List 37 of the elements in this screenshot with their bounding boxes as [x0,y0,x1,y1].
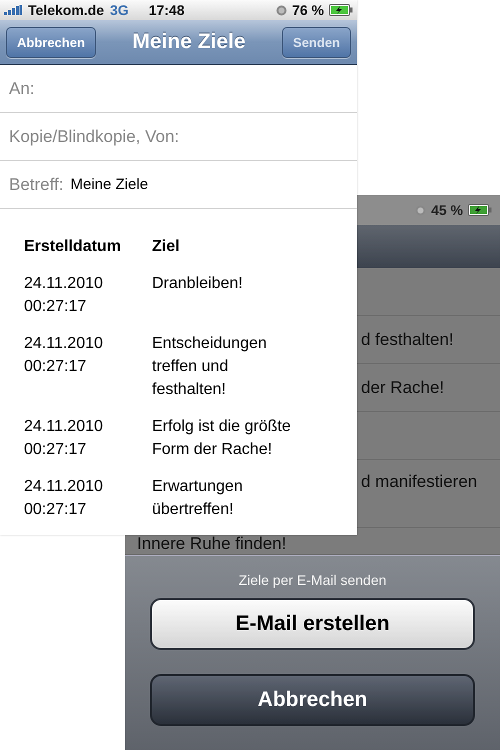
field-value: Meine Ziele [70,176,148,193]
goal-cell-text: Dranbleiben! [152,274,244,294]
create-email-button[interactable]: E-Mail erstellen [150,598,475,650]
screen-title: Meine Ziele [131,30,247,54]
sheet-title: Ziele per E-Mail senden [238,572,386,588]
column-header: Ziel [152,237,181,257]
cancel-button[interactable]: Abbrechen [6,26,96,58]
alarm-icon [415,204,426,216]
date-cell-text: 24.11.2010 00:27:17 [24,334,104,377]
carrier-name: Telekom.de [28,2,104,18]
network-type: 3G [110,2,129,18]
list-item-text: d festhalten! [361,330,454,350]
battery-icon [468,204,492,216]
date-cell-text: 24.11.2010 00:27:17 [24,477,104,520]
goal-cell-text: Entscheidungen treffen und festhalten! [152,334,268,400]
field-label: An: [9,78,35,98]
signal-icon [4,5,22,16]
battery-percent: 76 % [292,2,324,18]
battery-percent: 45 % [431,202,463,218]
date-cell-text: 24.11.2010 00:27:17 [24,274,104,317]
address-field[interactable]: Kopie/Blindkopie, Von: [0,113,357,161]
list-item-text: Innere Ruhe finden! [137,534,286,554]
alarm-icon [276,4,288,16]
clock-time: 17:48 [148,2,184,18]
field-label: Betreff: [9,174,64,194]
battery-icon [329,4,353,16]
column-header: Erstelldatum [24,237,122,257]
subject-field[interactable]: Betreff: Meine Ziele [0,161,357,209]
field-label: Kopie/Blindkopie, Von: [9,126,180,146]
list-item-text: der Rache! [361,378,444,398]
goal-cell-text: Erfolg ist die größte Form der Rache! [152,417,292,460]
list-item-text: d manifestieren [361,472,478,492]
cancel-button[interactable]: Abbrechen [150,674,475,726]
send-button[interactable]: Senden [282,26,351,58]
date-cell-text: 24.11.2010 00:27:17 [24,417,104,460]
goal-cell-text: Erwartungen übertreffen! [152,477,244,520]
address-field[interactable]: An: [0,65,357,113]
